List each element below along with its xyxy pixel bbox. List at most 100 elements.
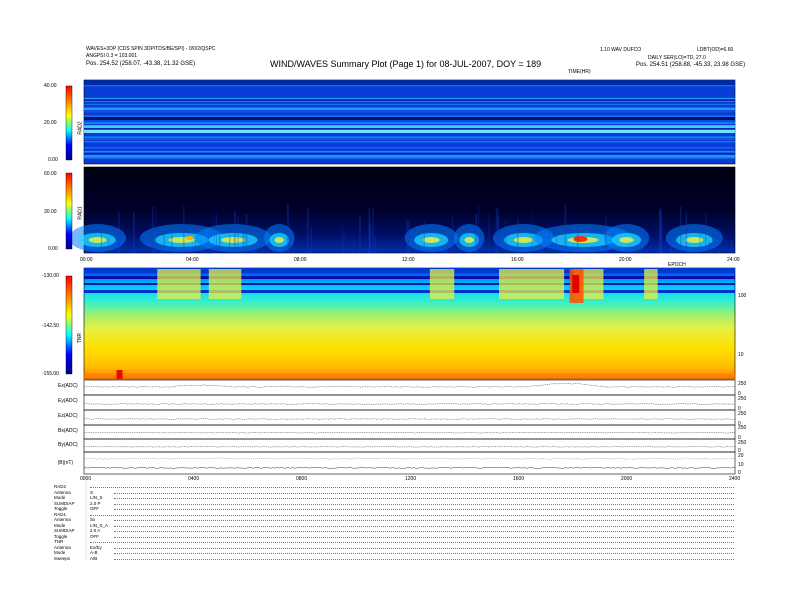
rad1-streak bbox=[286, 203, 289, 253]
ey-rtick-top: 250 bbox=[738, 396, 747, 402]
rad1-streak bbox=[605, 216, 607, 253]
line-panel-frame bbox=[83, 438, 736, 453]
tnr-burst bbox=[157, 269, 201, 299]
line-panel-frame bbox=[83, 394, 736, 411]
tnr-bottom-burst bbox=[116, 370, 123, 379]
rad1-streak bbox=[183, 206, 185, 253]
rad1-colorbar bbox=[65, 172, 73, 250]
rad1-streak bbox=[705, 212, 707, 253]
rad1-streak bbox=[488, 213, 490, 253]
ex-rtick-top: 250 bbox=[738, 381, 747, 387]
bottom-xtick-5: 2000 bbox=[621, 476, 633, 482]
rad1-xtick-2: 08:00 bbox=[294, 257, 307, 263]
rad1-streak bbox=[708, 242, 710, 253]
ez-label: Ez(ADC) bbox=[58, 413, 78, 419]
line-panel-trace bbox=[83, 432, 736, 434]
rad1-streak bbox=[423, 220, 425, 253]
line-panel-trace bbox=[84, 446, 736, 448]
rad1-burst-core bbox=[685, 237, 704, 243]
rad1-streak bbox=[531, 207, 533, 253]
rad1-streak bbox=[237, 216, 239, 253]
rad1-streak bbox=[245, 213, 248, 253]
bottom-xtick-1: 0400 bbox=[188, 476, 200, 482]
rad1-streak bbox=[353, 239, 355, 253]
line-panel-frame bbox=[83, 451, 736, 475]
rad1-streak bbox=[477, 205, 479, 253]
rad1-streak bbox=[213, 217, 215, 253]
line-panel-trace bbox=[83, 418, 736, 420]
rad1-streak bbox=[218, 233, 221, 253]
rad1-burst-peak bbox=[185, 236, 194, 240]
line-panel-trace bbox=[83, 383, 736, 388]
rad1-burst-core bbox=[88, 237, 107, 243]
rad1-streak bbox=[659, 209, 662, 253]
tnr-burst bbox=[429, 269, 455, 299]
bottom-xtick-6: 2400 bbox=[729, 476, 741, 482]
rad1-streak bbox=[372, 208, 374, 253]
rad1-xtick-1: 04:00 bbox=[186, 257, 199, 263]
rad1-streak bbox=[242, 224, 245, 253]
rad1-streak bbox=[504, 220, 507, 253]
by-rtick-top: 250 bbox=[738, 440, 747, 446]
bottom-xtick-2: 0800 bbox=[296, 476, 308, 482]
rad1-streak bbox=[731, 240, 733, 253]
rad2-band bbox=[84, 130, 735, 133]
tnr-cbar-tick-bot: -155.00 bbox=[42, 371, 59, 377]
rad1-streak bbox=[288, 242, 290, 253]
rad1-panel-label: RAD1 bbox=[77, 206, 84, 220]
bottom-xtick-0: 0000 bbox=[80, 476, 92, 482]
rad1-streak bbox=[118, 212, 120, 253]
rad1-streak bbox=[359, 216, 361, 253]
rad1-streak bbox=[576, 228, 579, 253]
bottom-xtick-4: 1600 bbox=[513, 476, 525, 482]
rad1-streak bbox=[699, 223, 701, 253]
rad1-xtick-0: 00:00 bbox=[80, 257, 93, 263]
rad1-streak bbox=[685, 211, 688, 253]
tnr-burst bbox=[499, 269, 565, 299]
rad1-xtick-6: 24:00 bbox=[727, 257, 740, 263]
rad2-band bbox=[84, 117, 735, 120]
rad1-streak bbox=[100, 231, 103, 253]
tnr-burst bbox=[208, 269, 242, 299]
rad1-cbar-tick-top: 60.00 bbox=[44, 171, 57, 177]
ey-label: Ey(ADC) bbox=[58, 398, 78, 404]
settings-block: RAD2 Antenna S Mode LIN_S SUMDIAP 2.0 P Tog… bbox=[54, 484, 734, 561]
rad1-streak bbox=[343, 233, 345, 253]
rad1-streak bbox=[718, 228, 720, 253]
rad1-streak bbox=[517, 217, 519, 253]
rad2-cbar-tick-bot: 0.00 bbox=[48, 157, 58, 163]
rad1-streak bbox=[233, 210, 236, 253]
rad1-streak bbox=[195, 239, 196, 253]
rad1-streak bbox=[154, 239, 155, 253]
rad1-streak bbox=[342, 226, 343, 253]
bmag-rtick-mid: 10 bbox=[738, 462, 744, 468]
rad1-streak bbox=[155, 206, 157, 253]
rad1-streak bbox=[497, 214, 499, 253]
bx-label: Bx(ADC) bbox=[58, 428, 78, 434]
rad1-streak bbox=[475, 214, 478, 253]
rad1-streak bbox=[151, 206, 154, 253]
rad1-streak bbox=[216, 214, 217, 253]
rad1-streak bbox=[452, 215, 453, 253]
tnr-panel-label: TNR bbox=[77, 332, 84, 344]
rad2-panel-label: RAD2 bbox=[77, 121, 84, 135]
rad1-burst-core bbox=[422, 237, 440, 243]
line-panel-frame bbox=[83, 424, 736, 440]
rad1-streak bbox=[669, 235, 672, 253]
bmag-rtick-top: 20 bbox=[738, 453, 744, 459]
bmag-label: |B|(nT) bbox=[58, 460, 74, 466]
line-panel-trace bbox=[84, 467, 736, 469]
rad1-streak bbox=[108, 237, 109, 253]
rad1-streak bbox=[133, 212, 135, 253]
rad1-streak bbox=[406, 220, 408, 253]
rad1-streak bbox=[407, 220, 410, 253]
bx-rtick-top: 250 bbox=[738, 425, 747, 431]
rad2-band bbox=[84, 126, 735, 128]
tnr-burst bbox=[644, 269, 658, 299]
rad1-cbar-tick-mid: 30.00 bbox=[44, 209, 57, 215]
rad1-xtick-4: 16:00 bbox=[511, 257, 524, 263]
line-panel-trace bbox=[83, 403, 736, 405]
rad1-xtick-5: 20:00 bbox=[619, 257, 632, 263]
ez-rtick-top: 250 bbox=[738, 411, 747, 417]
ut-tag: EPOCH bbox=[668, 262, 686, 268]
